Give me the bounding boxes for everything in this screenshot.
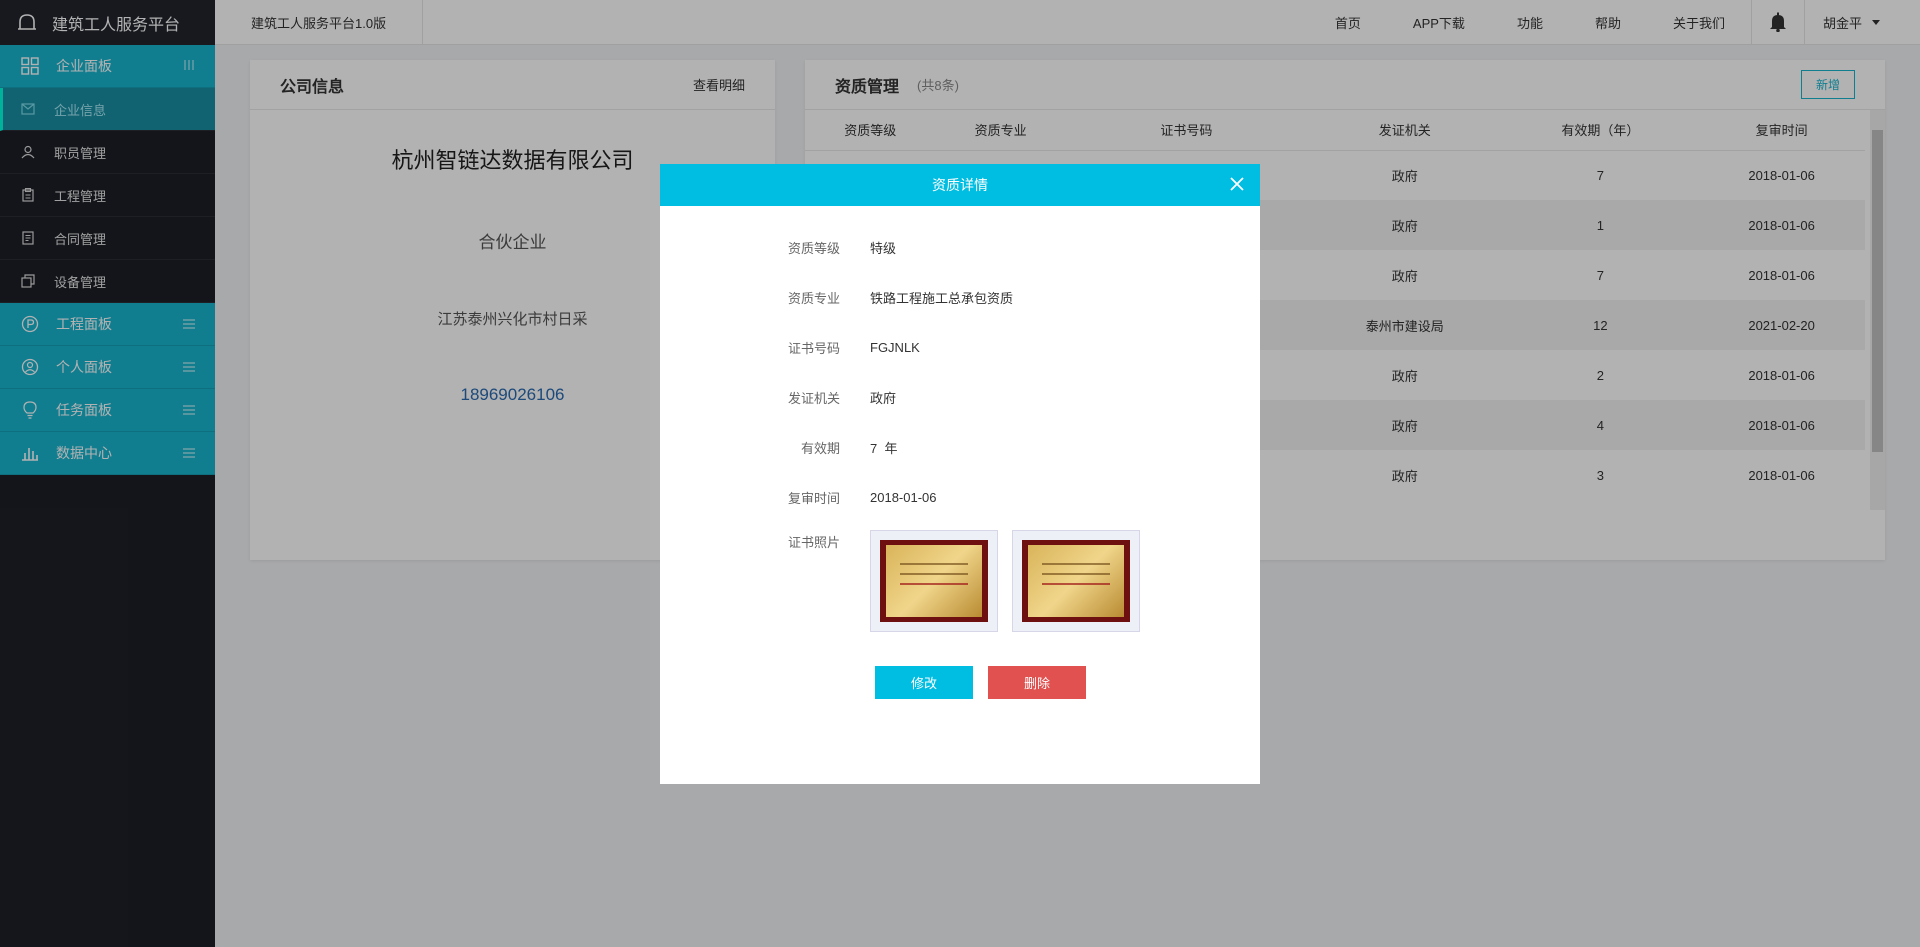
certificate-photo[interactable] [1012,530,1140,632]
field-label: 发证机关 [787,390,840,406]
edit-button[interactable]: 修改 [875,666,973,699]
field-label: 证书照片 [787,535,840,550]
modal-header: 资质详情 [660,164,1260,206]
field-label: 资质等级 [787,240,840,256]
certificate-photo[interactable] [870,530,998,632]
field-value: 铁路工程施工总承包资质 [870,290,1014,306]
certificate-plaque-image [1022,540,1130,622]
plaque-line [900,563,968,565]
plaque-line [900,573,968,575]
field-label: 资质专业 [787,290,840,306]
field-row-major: 资质专业 铁路工程施工总承包资质 [660,272,1260,322]
field-value: 2018-01-06 [870,489,937,505]
close-icon[interactable] [1230,177,1244,194]
qualification-detail-modal: 资质详情 资质等级 特级 资质专业 铁路工程施工总承包资质 证书号码 FGJNL… [660,164,1260,784]
certificate-plaque-image [880,540,988,622]
plaque-face [1028,545,1124,617]
field-row-review: 复审时间 2018-01-06 [660,472,1260,522]
field-row-validity: 有效期 7 年 [660,422,1260,472]
modal-actions: 修改 删除 [875,666,1260,699]
delete-button[interactable]: 删除 [988,666,1086,699]
plaque-line [1042,583,1110,585]
modal-title: 资质详情 [932,177,988,193]
field-label: 复审时间 [787,490,840,506]
field-label: 证书号码 [787,340,840,356]
field-row-issuer: 发证机关 政府 [660,372,1260,422]
field-row-cert: 证书号码 FGJNLK [660,322,1260,372]
modal-spacer [660,206,1260,222]
field-value: 特级 [870,240,897,256]
field-label: 有效期 [800,440,840,456]
field-value: 7 年 [870,440,898,456]
plaque-line [900,583,968,585]
field-row-level: 资质等级 特级 [660,222,1260,272]
plaque-face [886,545,982,617]
field-value: 政府 [870,390,897,406]
plaque-line [1042,573,1110,575]
field-value: FGJNLK [870,339,920,355]
field-row-photos: 证书照片 [660,530,1260,632]
plaque-line [1042,563,1110,565]
